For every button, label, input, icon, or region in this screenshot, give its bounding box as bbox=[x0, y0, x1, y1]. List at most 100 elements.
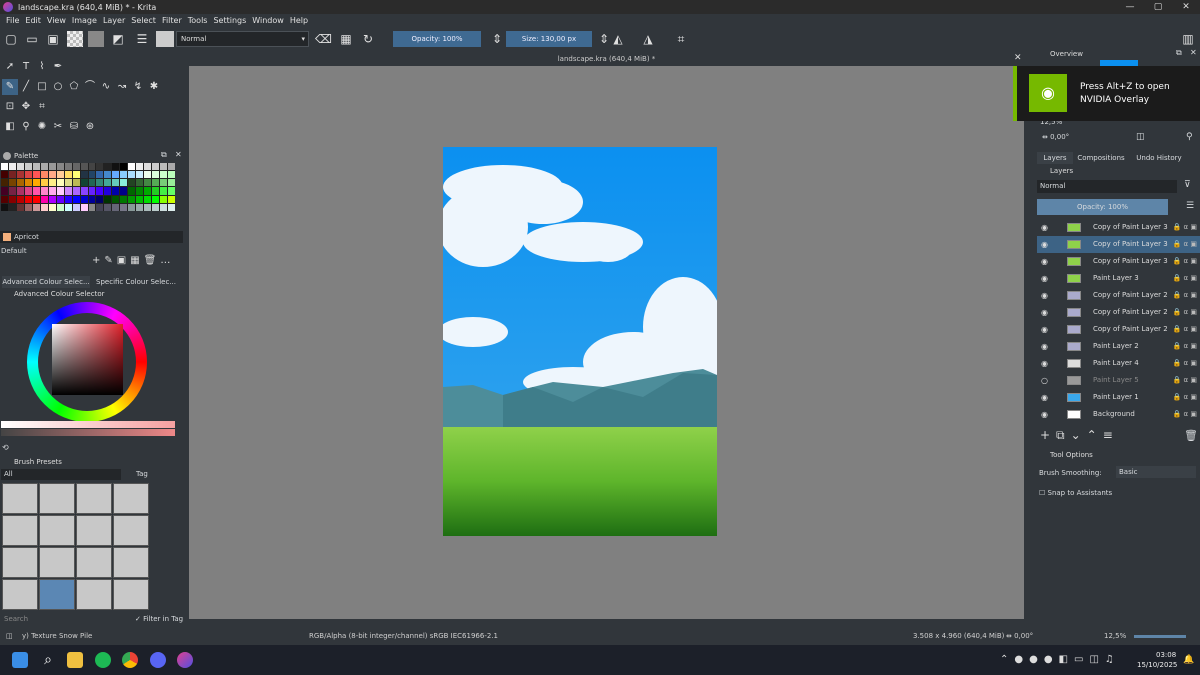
layer-lock-alpha-icons[interactable]: 🔒 α ▣ bbox=[1173, 253, 1197, 270]
menu-image[interactable]: Image bbox=[72, 16, 97, 25]
windows-start-icon[interactable] bbox=[12, 652, 28, 668]
color-swatch[interactable] bbox=[160, 187, 168, 195]
color-swatch[interactable] bbox=[120, 163, 128, 171]
color-swatch[interactable] bbox=[96, 179, 104, 187]
color-swatch[interactable] bbox=[88, 179, 96, 187]
multibrush-icon[interactable]: ✱ bbox=[146, 79, 162, 95]
eraser-icon[interactable]: ⌫ bbox=[315, 31, 332, 47]
color-swatch[interactable] bbox=[64, 171, 72, 179]
brush-preset-tile[interactable] bbox=[76, 579, 112, 610]
color-swatch[interactable] bbox=[128, 179, 136, 187]
color-swatch[interactable] bbox=[40, 163, 48, 171]
color-swatch[interactable] bbox=[168, 187, 175, 195]
color-swatch[interactable] bbox=[40, 203, 48, 211]
color-swatch[interactable] bbox=[80, 171, 88, 179]
bezier-tool-icon[interactable]: ∿ bbox=[98, 79, 114, 95]
shade-slider[interactable] bbox=[1, 429, 175, 436]
color-swatch[interactable] bbox=[88, 203, 96, 211]
color-swatch[interactable] bbox=[32, 187, 40, 195]
color-swatch[interactable] bbox=[112, 195, 120, 203]
color-swatch[interactable] bbox=[48, 195, 56, 203]
color-swatch[interactable] bbox=[104, 195, 112, 203]
mirror-horizontal-icon[interactable]: ◭ bbox=[610, 31, 626, 47]
chrome-icon[interactable] bbox=[122, 652, 138, 668]
calligraphy-icon[interactable]: ✒ bbox=[50, 59, 66, 75]
layer-row[interactable]: ◉ Background 🔒 α ▣ bbox=[1037, 406, 1200, 423]
smart-patch-icon[interactable]: ✺ bbox=[34, 119, 50, 135]
visibility-eye-icon[interactable]: ◉ bbox=[1041, 270, 1048, 287]
snap-assistants-checkbox[interactable]: ☐ Snap to Assistants bbox=[1039, 489, 1112, 497]
nvidia-overlay-toast[interactable]: ◉ Press Alt+Z to open NVIDIA Overlay bbox=[1013, 66, 1200, 121]
layer-row[interactable]: ◉ Paint Layer 2 🔒 α ▣ bbox=[1037, 338, 1200, 355]
color-swatch[interactable] bbox=[56, 179, 64, 187]
layer-row[interactable]: ◉ Copy of Paint Layer 3 🔒 α ▣ bbox=[1037, 253, 1200, 270]
color-swatch[interactable] bbox=[16, 195, 24, 203]
fill-tool-icon[interactable]: ⛁ bbox=[66, 119, 82, 135]
layer-lock-alpha-icons[interactable]: 🔒 α ▣ bbox=[1173, 270, 1197, 287]
brush-preset-tile[interactable] bbox=[76, 483, 112, 514]
color-swatch[interactable] bbox=[72, 163, 80, 171]
color-swatch[interactable] bbox=[80, 195, 88, 203]
delete-layer-icon[interactable]: 🗑 bbox=[1184, 429, 1198, 442]
brush-preset-tile[interactable] bbox=[113, 483, 149, 514]
menu-tools[interactable]: Tools bbox=[188, 16, 208, 25]
color-swatch[interactable] bbox=[104, 163, 112, 171]
color-swatch[interactable] bbox=[104, 171, 112, 179]
blend-mode-select[interactable]: Normal ▾ bbox=[176, 31, 309, 47]
color-swatch[interactable] bbox=[168, 179, 175, 187]
layer-lock-alpha-icons[interactable]: 🔒 α ▣ bbox=[1173, 355, 1197, 372]
color-swatch[interactable] bbox=[160, 171, 168, 179]
layer-lock-alpha-icons[interactable]: 🔒 α ▣ bbox=[1173, 372, 1197, 389]
color-swatch[interactable] bbox=[8, 163, 16, 171]
visibility-eye-icon[interactable]: ◉ bbox=[1041, 338, 1048, 355]
color-swatch[interactable] bbox=[1, 171, 8, 179]
color-swatch[interactable] bbox=[96, 171, 104, 179]
freehand-brush-icon[interactable]: ✎ bbox=[2, 79, 18, 95]
visibility-eye-icon[interactable]: ◉ bbox=[1041, 355, 1048, 372]
brush-preset-tile[interactable] bbox=[113, 515, 149, 546]
color-swatch[interactable] bbox=[128, 171, 136, 179]
brush-smoothing-select[interactable]: Basic bbox=[1116, 466, 1196, 478]
color-swatch[interactable] bbox=[56, 195, 64, 203]
layer-opacity-slider[interactable]: Opacity: 100% bbox=[1037, 199, 1168, 215]
color-swatch[interactable] bbox=[128, 163, 136, 171]
color-swatch[interactable] bbox=[112, 171, 120, 179]
layer-lock-alpha-icons[interactable]: 🔒 α ▣ bbox=[1173, 406, 1197, 423]
visibility-eye-icon[interactable]: ◉ bbox=[1041, 389, 1048, 406]
new-document-icon[interactable]: ▢ bbox=[3, 31, 19, 47]
menu-view[interactable]: View bbox=[47, 16, 66, 25]
palette-action-icons[interactable]: +✎▣▦🗑… bbox=[92, 255, 174, 266]
gradient-tool-icon[interactable]: ◧ bbox=[2, 119, 18, 135]
color-swatch[interactable] bbox=[72, 179, 80, 187]
preserve-alpha-icon[interactable]: ▦ bbox=[338, 31, 354, 47]
color-swatch[interactable] bbox=[32, 195, 40, 203]
edit-shapes-icon[interactable]: ⌇ bbox=[34, 59, 50, 75]
color-swatch[interactable] bbox=[1, 163, 8, 171]
color-swatch[interactable] bbox=[120, 171, 128, 179]
save-icon[interactable]: ▣ bbox=[45, 31, 61, 47]
color-swatch[interactable] bbox=[128, 203, 136, 211]
color-swatch[interactable] bbox=[168, 171, 175, 179]
color-swatch[interactable] bbox=[144, 163, 152, 171]
discord-icon[interactable] bbox=[150, 652, 166, 668]
layer-row[interactable]: ◉ Copy of Paint Layer 3 🔒 α ▣ bbox=[1037, 219, 1200, 236]
layer-row[interactable]: ◉ Paint Layer 3 🔒 α ▣ bbox=[1037, 270, 1200, 287]
brush-preset-tile[interactable] bbox=[113, 579, 149, 610]
brush-preset-tile[interactable] bbox=[2, 579, 38, 610]
color-swatch[interactable] bbox=[48, 179, 56, 187]
saturation-value-square[interactable] bbox=[52, 324, 123, 395]
brush-preset-tile[interactable] bbox=[2, 483, 38, 514]
brush-preset-tile[interactable] bbox=[39, 515, 75, 546]
layer-row[interactable]: ◉ Copy of Paint Layer 3 🔒 α ▣ bbox=[1037, 236, 1200, 253]
color-swatch[interactable] bbox=[96, 187, 104, 195]
dynamic-brush-icon[interactable]: ↯ bbox=[130, 79, 146, 95]
color-swatch[interactable] bbox=[160, 179, 168, 187]
color-swatch[interactable] bbox=[88, 171, 96, 179]
visibility-eye-icon[interactable]: ◉ bbox=[1041, 406, 1048, 423]
color-swatch[interactable] bbox=[152, 179, 160, 187]
color-swatch[interactable] bbox=[72, 195, 80, 203]
color-swatch[interactable] bbox=[104, 187, 112, 195]
status-zoom[interactable]: 12,5% bbox=[1104, 628, 1126, 645]
tab-specific-colour[interactable]: Specific Colour Selec... bbox=[92, 276, 180, 288]
visibility-eye-icon[interactable]: ◉ bbox=[1041, 321, 1048, 338]
